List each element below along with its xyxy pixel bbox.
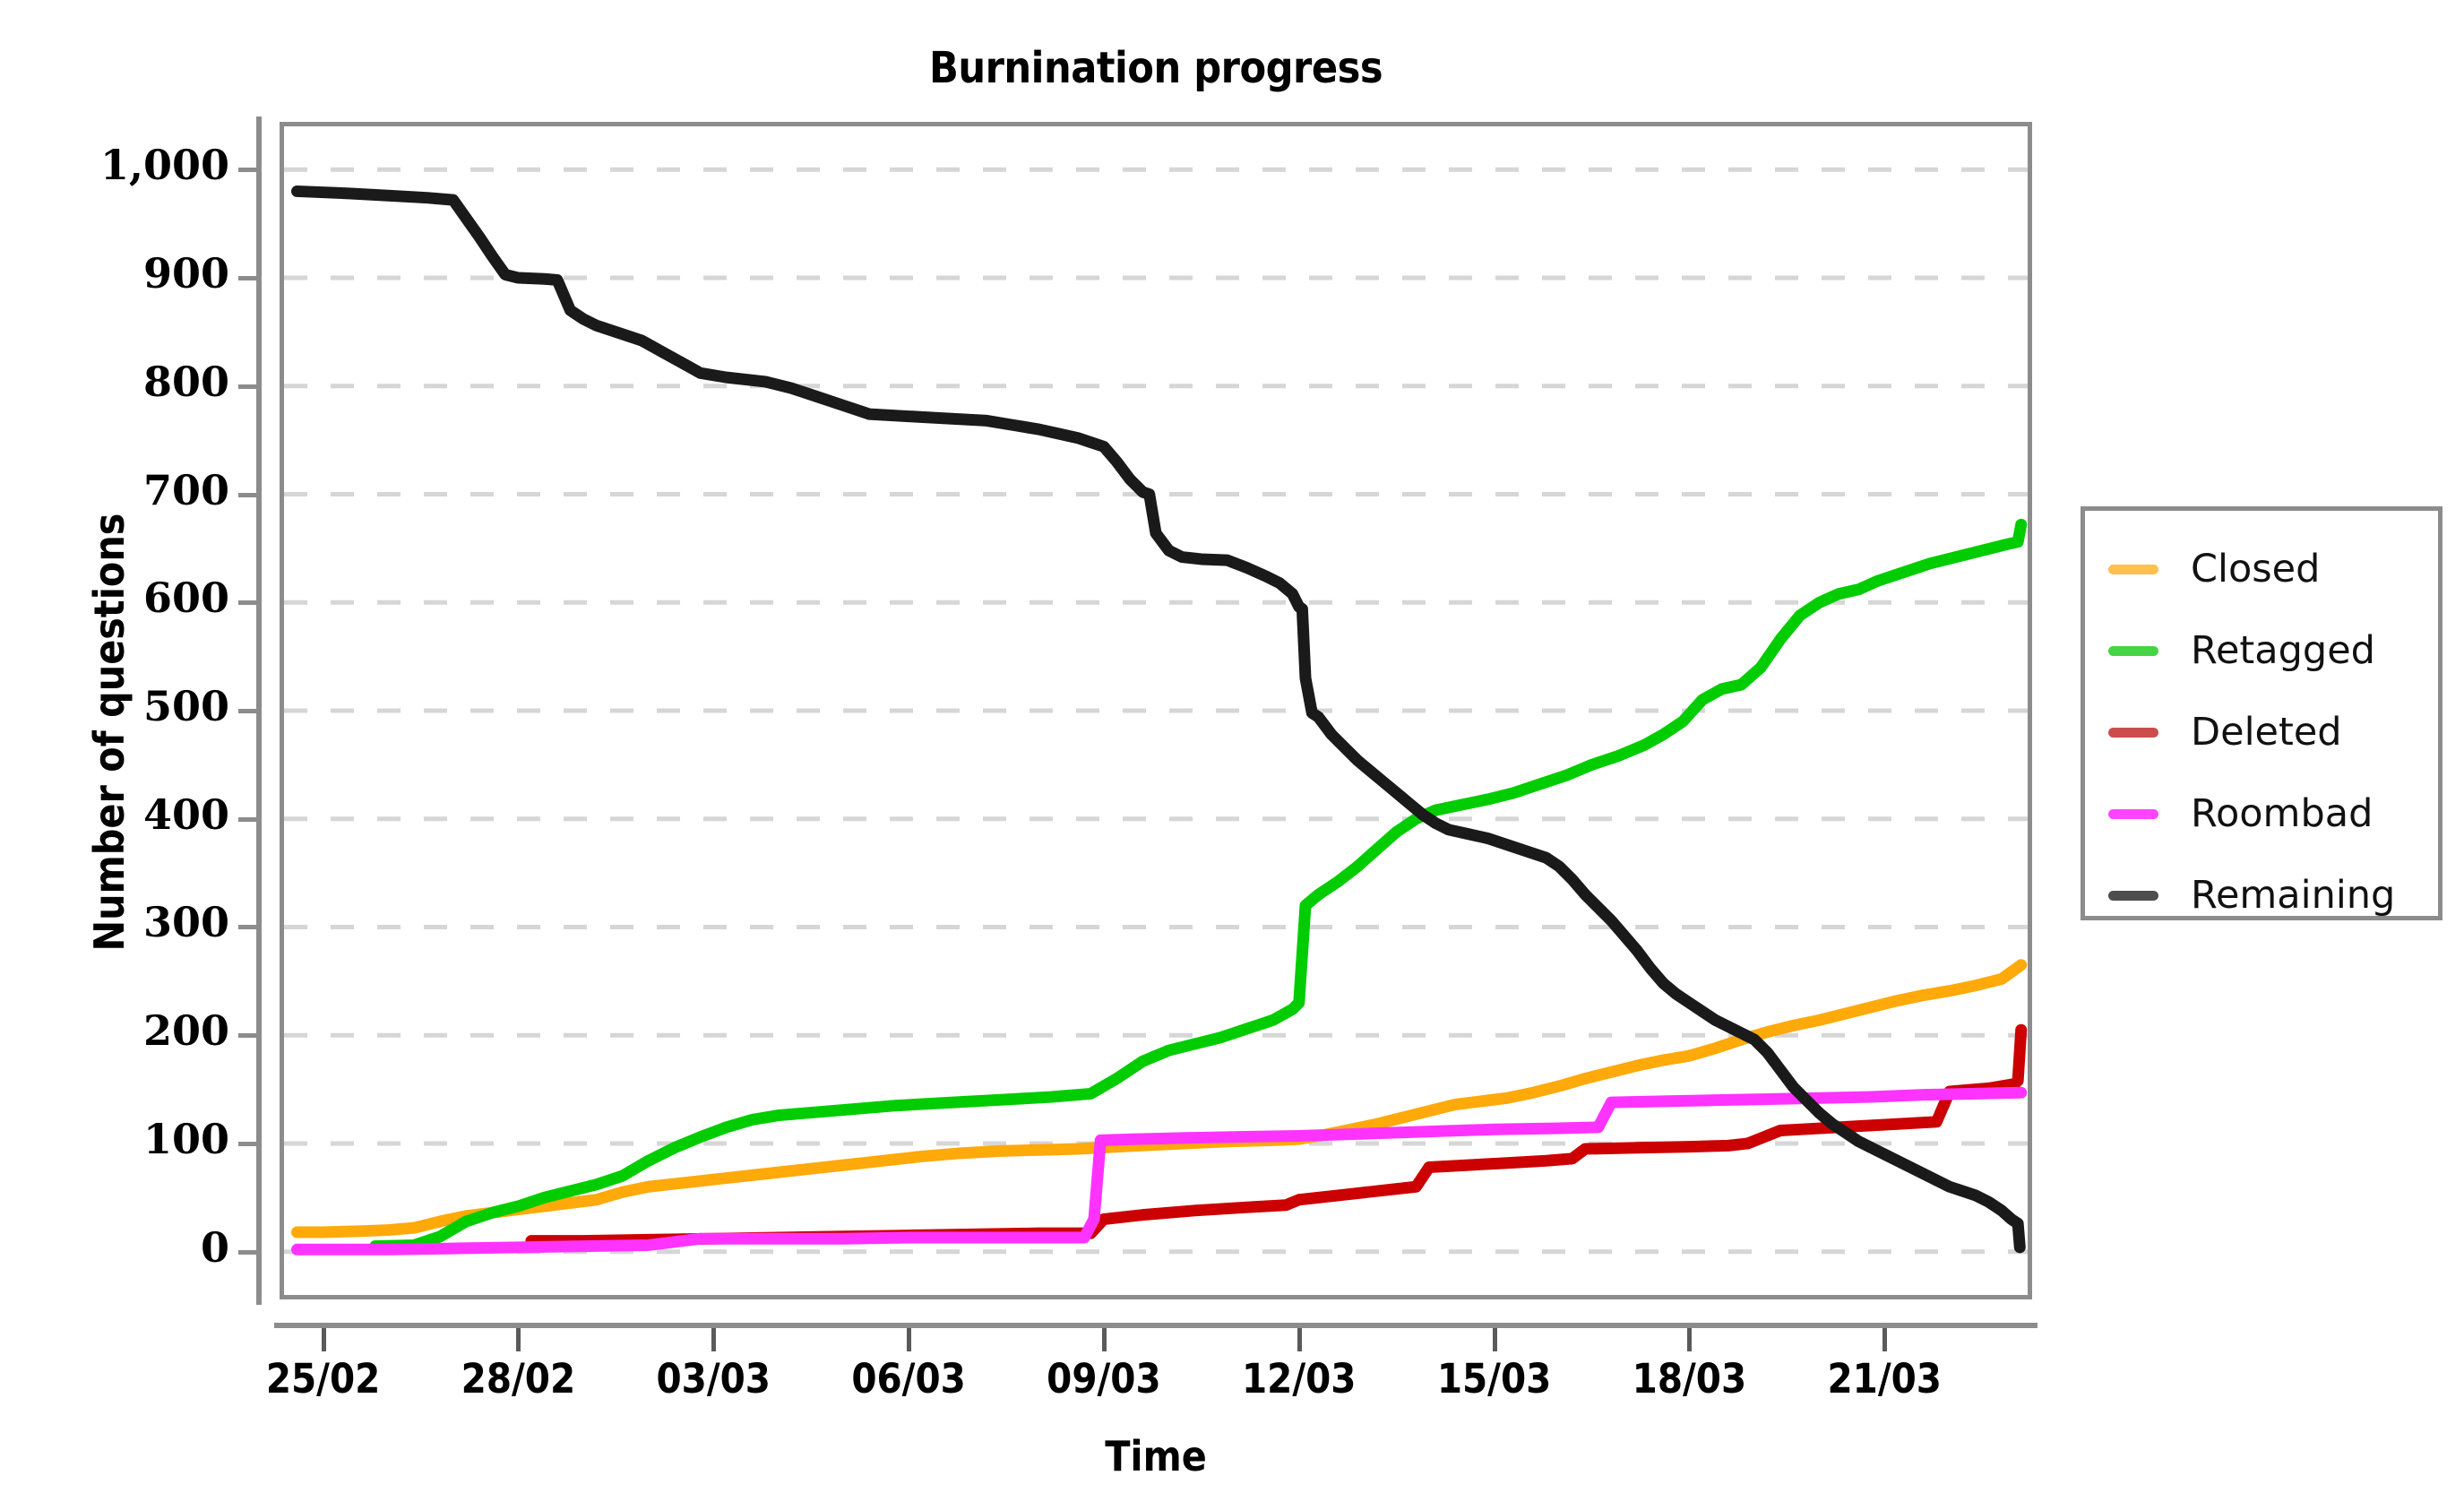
x-axis-tick [1101, 1328, 1107, 1351]
x-axis-tick [1882, 1328, 1888, 1351]
y-axis-tick [238, 816, 258, 822]
legend-label: Retagged [2191, 628, 2375, 673]
plot-inner [284, 126, 2028, 1295]
chart-page: Burnination progress Number of questions… [0, 0, 2464, 1493]
x-axis-tick [516, 1328, 521, 1351]
legend-item-deleted[interactable]: Deleted [2085, 704, 2438, 760]
legend-swatch-retagged [2108, 645, 2158, 656]
y-axis-tick [238, 276, 258, 281]
x-axis-title: Time [1105, 1432, 1207, 1480]
y-axis-tick-label: 0 [200, 1222, 229, 1272]
x-axis-tick-label: 21/03 [1827, 1355, 1942, 1402]
y-axis-tick-label: 700 [142, 465, 229, 514]
legend-swatch-closed [2108, 564, 2158, 574]
x-axis-tick [907, 1328, 912, 1351]
y-axis-tick-label: 400 [142, 790, 229, 839]
x-axis-tick [1492, 1328, 1497, 1351]
legend-label: Remaining [2191, 873, 2396, 918]
y-axis-tick [238, 1141, 258, 1146]
plot-area [280, 122, 2032, 1299]
legend-item-remaining[interactable]: Remaining [2085, 867, 2438, 923]
y-axis-tick [238, 925, 258, 930]
legend-label: Deleted [2191, 710, 2342, 755]
y-axis-tick-label: 500 [142, 682, 229, 730]
y-axis-tick [238, 168, 258, 173]
legend-swatch-deleted [2108, 727, 2158, 738]
y-axis-tick-label: 900 [142, 249, 229, 298]
x-axis-tick [711, 1328, 717, 1351]
series-line-roombad [291, 1086, 2028, 1256]
series-canvas [284, 167, 2028, 1256]
legend: Closed Retagged Deleted Roombad Remaining [2081, 506, 2442, 920]
y-axis-tick [238, 492, 258, 497]
legend-label: Closed [2191, 547, 2321, 591]
y-axis-tick [238, 384, 258, 389]
x-axis-tick [1297, 1328, 1302, 1351]
y-axis-tick [238, 1033, 258, 1039]
legend-item-roombad[interactable]: Roombad [2085, 786, 2438, 841]
series-lines [291, 185, 2028, 1256]
y-axis-tick [238, 600, 258, 606]
series-line-remaining [291, 185, 2026, 1254]
y-axis-tick-label: 200 [142, 1006, 229, 1056]
x-axis-spine [274, 1323, 2038, 1328]
y-axis-tick [238, 1249, 258, 1255]
y-axis-tick-label: 1,000 [99, 141, 229, 190]
legend-label: Roombad [2191, 791, 2374, 836]
y-axis-tick-label: 100 [142, 1114, 229, 1163]
legend-item-retagged[interactable]: Retagged [2085, 623, 2438, 678]
gridlines [284, 167, 2028, 1255]
legend-item-closed[interactable]: Closed [2085, 541, 2438, 597]
y-axis-tick [238, 709, 258, 713]
x-axis-tick [321, 1328, 326, 1351]
y-axis-tick-label: 300 [142, 898, 229, 947]
page-title: Burnination progress [928, 43, 1383, 93]
y-axis-tick-label: 800 [142, 357, 229, 406]
legend-swatch-roombad [2108, 808, 2158, 819]
y-axis-tick-label: 600 [142, 574, 229, 623]
x-axis-tick [1687, 1328, 1693, 1351]
legend-swatch-remaining [2108, 890, 2158, 901]
